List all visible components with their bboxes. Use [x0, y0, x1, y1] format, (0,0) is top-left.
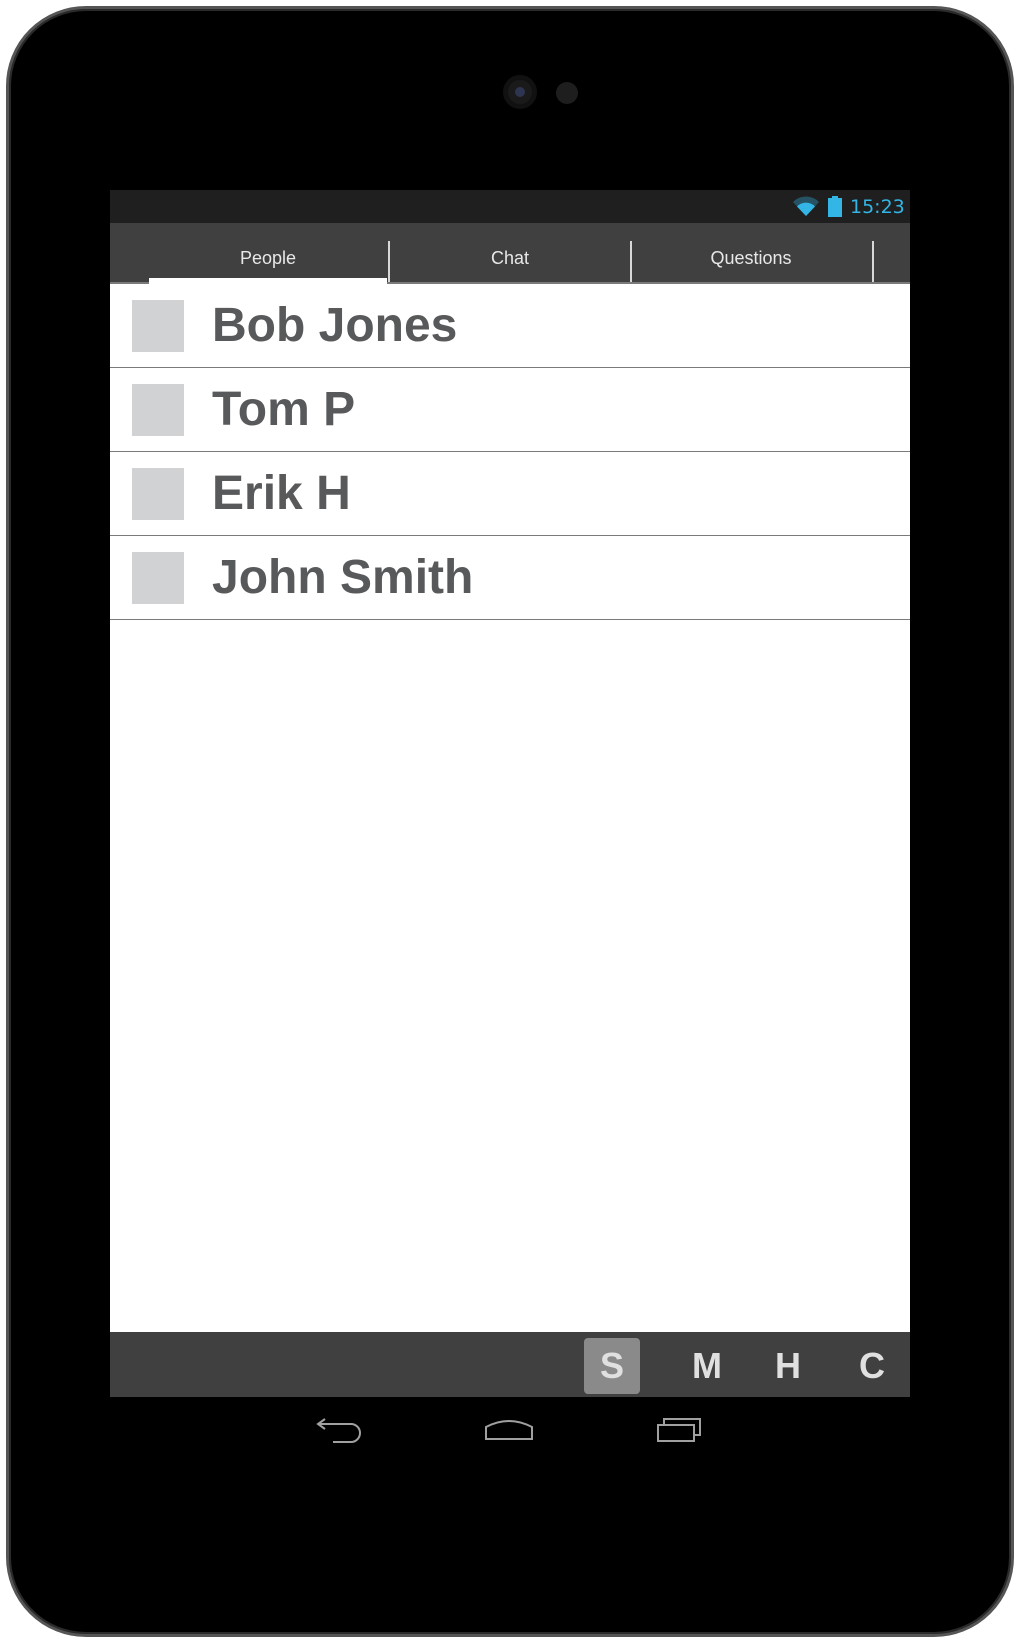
tab-questions[interactable]: Questions [632, 223, 870, 284]
tab-divider [872, 241, 874, 284]
size-h-button[interactable]: H [760, 1338, 816, 1394]
tab-bar: People Chat Questions [110, 223, 910, 284]
light-sensor [556, 82, 578, 104]
size-c-button[interactable]: C [844, 1338, 900, 1394]
avatar [132, 552, 184, 604]
screen: 15:23 People Chat Questions Bob Jones To… [110, 190, 910, 1397]
avatar [132, 300, 184, 352]
list-item[interactable]: John Smith [110, 536, 910, 620]
list-item[interactable]: Bob Jones [110, 284, 910, 368]
bottom-action-bar: S M H C [110, 1332, 910, 1397]
status-clock: 15:23 [850, 196, 905, 218]
person-name: Bob Jones [212, 299, 458, 352]
avatar [132, 468, 184, 520]
person-name: John Smith [212, 551, 474, 604]
front-camera [503, 75, 537, 109]
home-icon[interactable] [484, 1413, 534, 1447]
status-bar: 15:23 [110, 190, 910, 223]
tab-chat[interactable]: Chat [390, 223, 630, 284]
list-item[interactable]: Tom P [110, 368, 910, 452]
size-m-button[interactable]: M [679, 1338, 735, 1394]
size-s-button[interactable]: S [584, 1338, 640, 1394]
list-item[interactable]: Erik H [110, 452, 910, 536]
back-icon[interactable] [315, 1413, 365, 1447]
avatar [132, 384, 184, 436]
battery-icon [828, 196, 842, 217]
recent-apps-icon[interactable] [655, 1413, 705, 1447]
navigation-bar [110, 1397, 910, 1477]
tab-people[interactable]: People [149, 223, 387, 284]
wifi-icon [793, 196, 819, 216]
people-list: Bob Jones Tom P Erik H John Smith [110, 284, 910, 620]
person-name: Erik H [212, 467, 351, 520]
person-name: Tom P [212, 383, 356, 436]
